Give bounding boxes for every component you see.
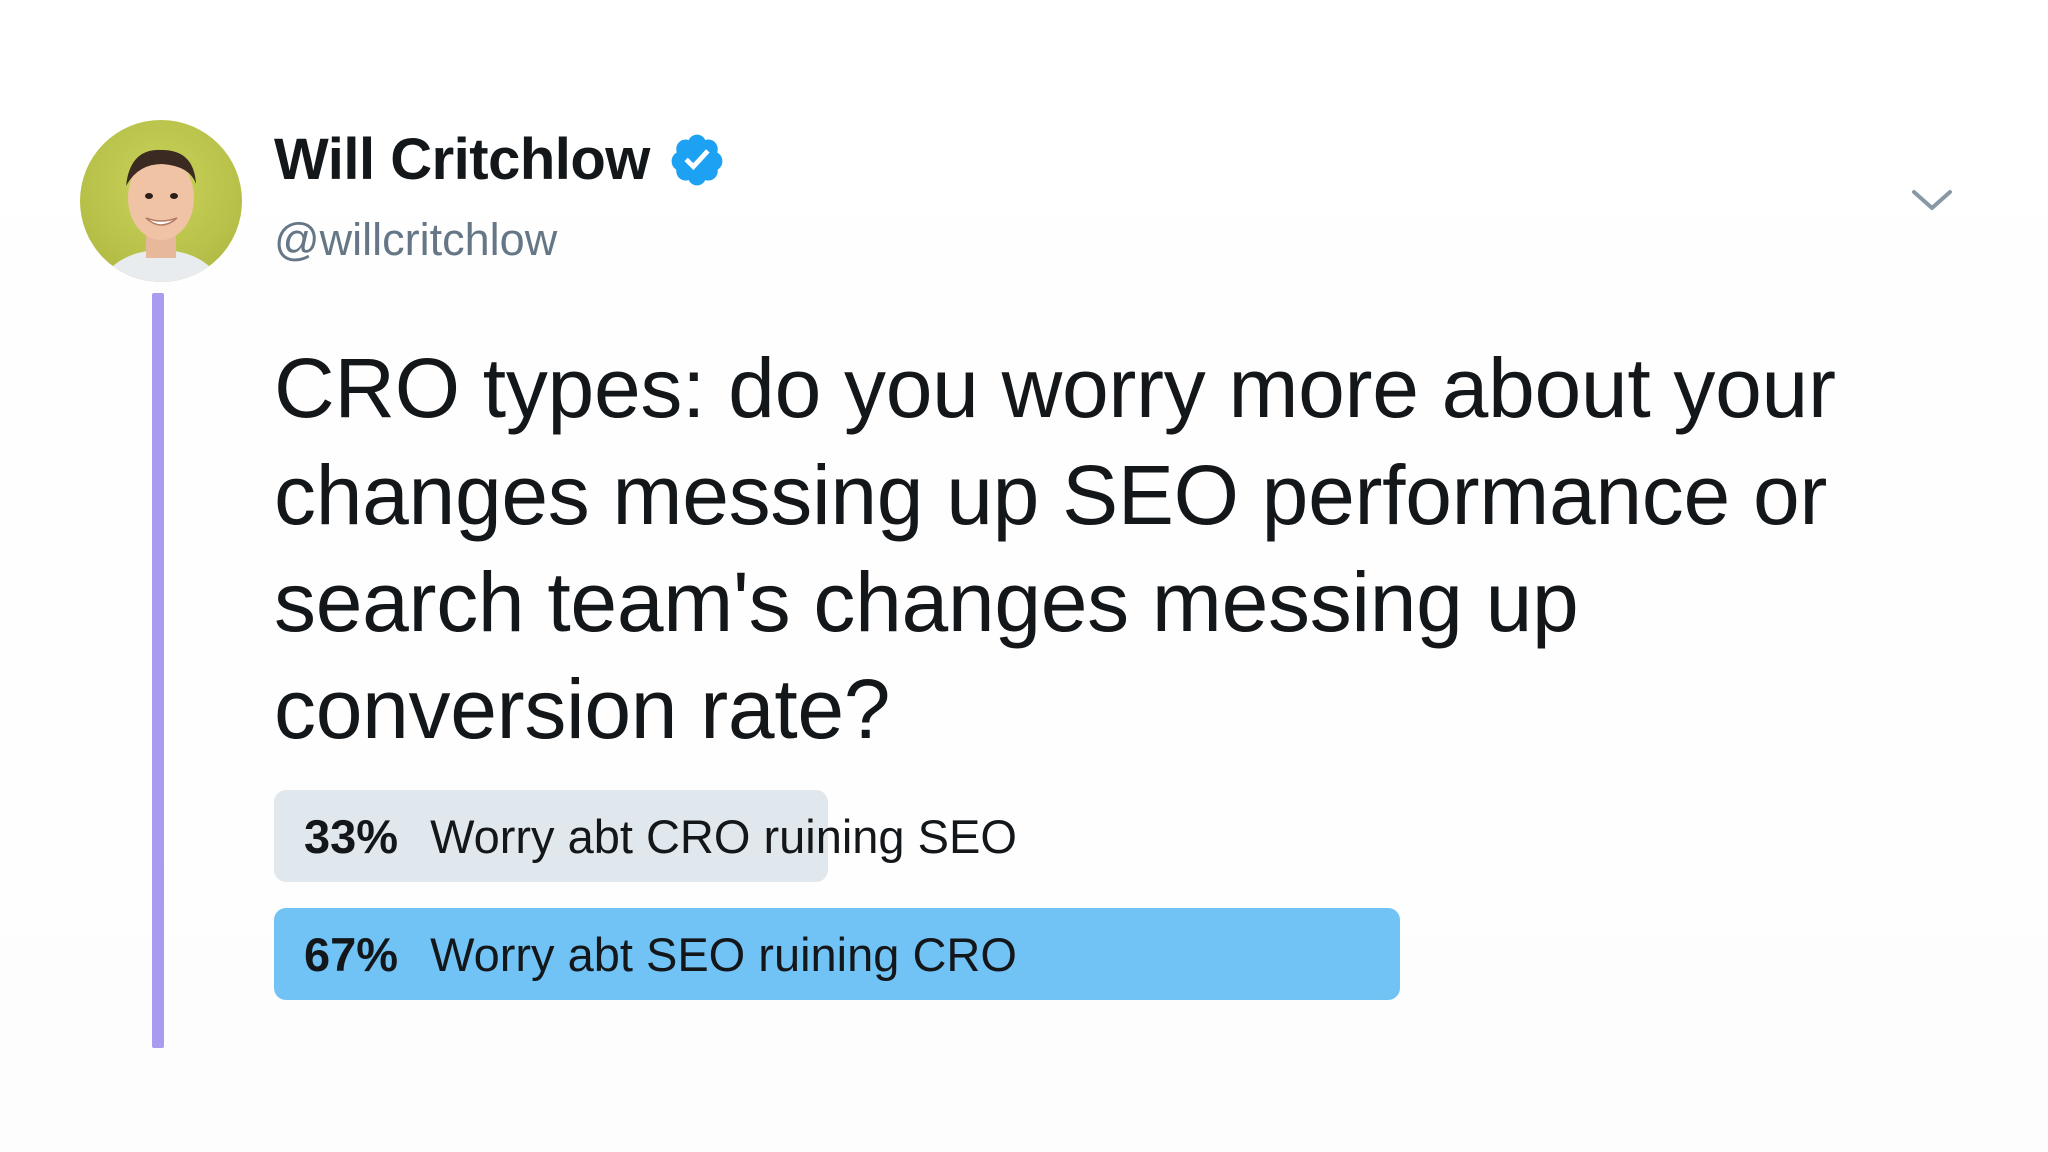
chevron-down-icon[interactable] <box>1908 186 1956 216</box>
verified-badge-icon <box>671 134 723 185</box>
tweet-card: Will Critchlow @willcritchlow CRO types:… <box>0 0 2048 1152</box>
thread-line <box>152 293 164 1048</box>
display-name[interactable]: Will Critchlow <box>274 126 650 193</box>
poll-option-label: 67% Worry abt SEO ruining CRO <box>304 908 1017 1000</box>
avatar-portrait <box>102 149 220 282</box>
author-handle[interactable]: @willcritchlow <box>274 214 557 266</box>
poll-option: 33% Worry abt CRO ruining SEO <box>274 790 1994 882</box>
poll-choice-text: Worry abt CRO ruining SEO <box>430 809 1017 863</box>
author-row[interactable]: Will Critchlow <box>274 126 726 193</box>
poll-percent: 33% <box>304 809 399 863</box>
poll-option: 67% Worry abt SEO ruining CRO <box>274 908 1994 1000</box>
avatar[interactable] <box>80 120 242 282</box>
tweet-text: CRO types: do you worry more about your … <box>274 341 1836 756</box>
poll-percent: 67% <box>304 927 399 981</box>
poll: 33% Worry abt CRO ruining SEO 67% Worry … <box>274 790 1994 1026</box>
poll-choice-text: Worry abt SEO ruining CRO <box>430 927 1017 981</box>
poll-option-label: 33% Worry abt CRO ruining SEO <box>304 790 1017 882</box>
